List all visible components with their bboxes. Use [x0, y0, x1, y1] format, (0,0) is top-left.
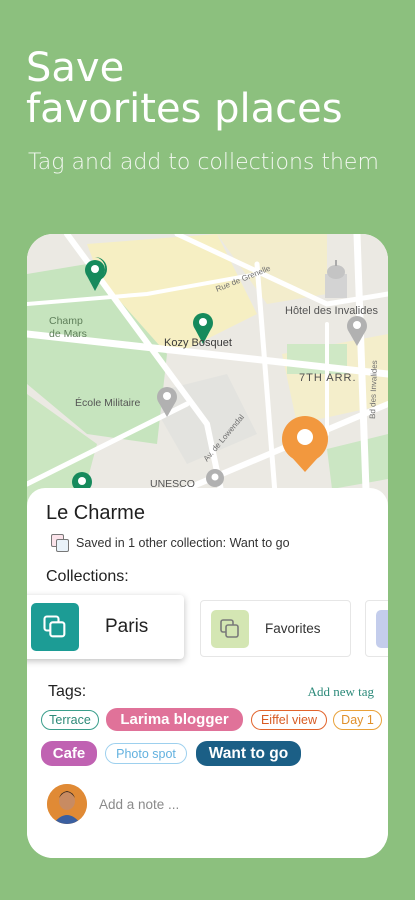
avatar-image — [47, 784, 87, 824]
collection-card-paris-selected[interactable]: Paris — [27, 595, 184, 659]
hero-title-line-1: Save — [26, 45, 125, 91]
saved-info-text: Saved in 1 other collection: Want to go — [76, 535, 290, 550]
map-label-ecole: École Militaire — [75, 396, 141, 409]
place-name: Le Charme — [46, 502, 145, 524]
collection-card-partial[interactable] — [365, 600, 388, 657]
note-row[interactable]: Add a note ... — [47, 784, 179, 824]
collections-icon — [51, 534, 69, 552]
tag-eiffel-view[interactable]: Eiffel view — [251, 710, 327, 730]
map-label-champ: Champ — [49, 315, 83, 327]
hero-subtitle: Tag and add to collections them — [28, 150, 379, 175]
collection-name-favorites: Favorites — [265, 621, 321, 636]
map-label-kozy: Kozy Bosquet — [164, 337, 232, 349]
collection-name-paris: Paris — [105, 616, 149, 637]
tags-label: Tags: — [48, 683, 87, 700]
stacked-squares-icon — [43, 615, 66, 638]
note-input[interactable]: Add a note ... — [99, 797, 179, 812]
hero-title: Save favorites places — [26, 48, 343, 130]
collection-card-favorites[interactable]: Favorites — [200, 600, 351, 657]
saved-info: Saved in 1 other collection: Want to go — [51, 534, 290, 552]
map-view[interactable]: Rue de Grenelle Champ de Mars Kozy Bosqu… — [27, 234, 388, 519]
add-new-tag-button[interactable]: Add new tag — [308, 684, 374, 700]
stacked-squares-icon — [220, 618, 239, 638]
map-label-de-mars: de Mars — [49, 328, 87, 340]
tag-day-1[interactable]: Day 1 — [333, 710, 382, 730]
tag-larima-blogger[interactable]: Larima blogger — [106, 708, 243, 731]
map-canvas[interactable]: Rue de Grenelle Champ de Mars Kozy Bosqu… — [27, 234, 388, 519]
collection-thumb-favorites — [211, 609, 249, 648]
hero-title-line-2: favorites places — [26, 86, 343, 132]
tag-want-to-go[interactable]: Want to go — [196, 741, 301, 766]
tag-cafe[interactable]: Cafe — [41, 741, 97, 766]
phone-screen: Rue de Grenelle Champ de Mars Kozy Bosqu… — [27, 234, 388, 858]
collection-thumb-partial — [376, 609, 388, 648]
map-label-hotel: Hôtel des Invalides — [285, 305, 378, 317]
gray-pin-marker-unesco[interactable] — [206, 469, 224, 487]
tag-photo-spot[interactable]: Photo spot — [105, 743, 187, 764]
map-label-arr: 7TH ARR. — [299, 372, 357, 384]
collections-label: Collections: — [46, 568, 129, 585]
collection-thumb-paris — [31, 603, 79, 651]
tag-terrace[interactable]: Terrace — [41, 710, 99, 730]
user-avatar — [47, 784, 87, 824]
